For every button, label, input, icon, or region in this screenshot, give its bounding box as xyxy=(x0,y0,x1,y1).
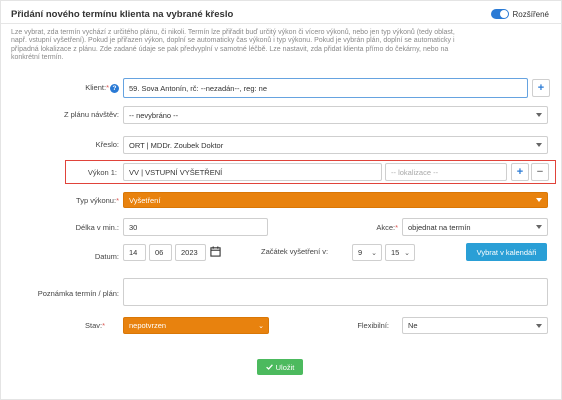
procedure-type-select[interactable]: Vyšetření xyxy=(123,192,548,208)
plan-select[interactable]: -- nevybráno -- xyxy=(123,106,548,124)
check-icon xyxy=(265,364,273,370)
extended-toggle-label: Rozšířené xyxy=(512,9,549,19)
start-minute-select[interactable]: 15 ⌄ xyxy=(385,244,415,261)
description-line: případná lokalizace z plánu. Zde zadané … xyxy=(11,45,449,53)
duration-label: Délka v min.: xyxy=(75,223,119,232)
save-button[interactable]: Uložit xyxy=(257,359,303,375)
client-input[interactable]: 59. Sova Antonín, rč: --nezadán--, reg: … xyxy=(123,78,528,98)
pick-in-calendar-button[interactable]: Vybrat v kalendáři xyxy=(466,243,547,261)
client-label: Klient:*? xyxy=(41,83,119,93)
start-time-label: Začátek vyšetření v: xyxy=(261,247,329,256)
date-year-input[interactable]: 2023 xyxy=(175,244,206,261)
caret-down-icon xyxy=(536,225,542,229)
status-select[interactable]: nepotvrzen ⌄ xyxy=(123,317,269,334)
chevron-down-icon: ⌄ xyxy=(404,249,410,257)
extended-toggle[interactable] xyxy=(490,9,509,19)
add-procedure-button[interactable]: + xyxy=(511,163,529,181)
add-client-button[interactable]: + xyxy=(532,79,550,97)
status-label: Stav:* xyxy=(84,321,105,330)
action-select[interactable]: objednat na termín xyxy=(402,218,548,236)
plus-icon: + xyxy=(516,166,524,178)
dialog-frame: Přidání nového termínu klienta na vybran… xyxy=(0,0,562,400)
date-month-input[interactable]: 06 xyxy=(149,244,172,261)
note-label: Poznámka termín / plán: xyxy=(37,289,119,298)
save-button-label: Uložit xyxy=(275,362,295,372)
caret-down-icon xyxy=(536,143,542,147)
date-label: Datum: xyxy=(94,252,119,261)
description-line: konkrétní termín. xyxy=(11,54,64,62)
chair-label: Křeslo: xyxy=(95,140,119,149)
header-divider xyxy=(1,23,562,24)
extended-toggle-group[interactable]: Rozšířené xyxy=(490,9,549,19)
minus-icon: − xyxy=(536,166,544,178)
help-icon[interactable]: ? xyxy=(110,83,119,93)
remove-procedure-button[interactable]: − xyxy=(531,163,549,181)
action-label: Akce:* xyxy=(376,223,398,232)
date-day-input[interactable]: 14 xyxy=(123,244,146,261)
start-hour-select[interactable]: 9 ⌄ xyxy=(352,244,382,261)
note-textarea[interactable] xyxy=(123,278,548,306)
flexible-select[interactable]: Ne xyxy=(402,317,548,334)
calendar-icon[interactable] xyxy=(210,246,221,257)
chevron-down-icon: ⌄ xyxy=(258,322,264,330)
description-line: např. vstupní vyšetření). Pokud je přiřa… xyxy=(11,37,455,45)
procedure-type-label: Typ výkonu:* xyxy=(76,196,119,205)
description-text: Lze vybrat, zda termín vychází z určitéh… xyxy=(11,29,536,63)
caret-down-icon xyxy=(536,323,542,328)
localization-input[interactable]: -- lokalizace -- xyxy=(385,163,507,181)
plus-icon: + xyxy=(537,82,545,94)
chair-select[interactable]: ORT | MDDr. Zoubek Doktor xyxy=(123,136,548,154)
caret-down-icon xyxy=(536,113,542,117)
chevron-down-icon: ⌄ xyxy=(371,249,377,257)
flexible-label: Flexibilní: xyxy=(357,321,389,330)
duration-input[interactable]: 30 xyxy=(123,218,268,236)
plan-label: Z plánu návštěv: xyxy=(63,110,119,119)
procedure-input[interactable]: VV | VSTUPNÍ VYŠETŘENÍ xyxy=(123,163,382,181)
dialog-title: Přidání nového termínu klienta na vybran… xyxy=(11,9,234,20)
caret-down-icon xyxy=(536,198,542,202)
procedure-label: Výkon 1: xyxy=(87,168,117,177)
